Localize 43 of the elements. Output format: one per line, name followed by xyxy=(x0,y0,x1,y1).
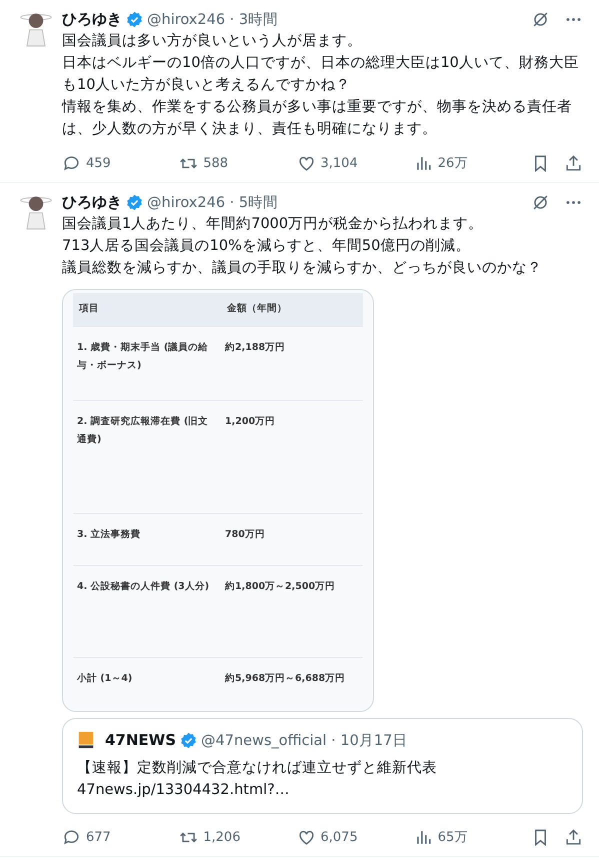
reply-button[interactable]: 459 xyxy=(62,154,180,172)
like-button[interactable]: 6,075 xyxy=(296,828,414,846)
share-icon[interactable] xyxy=(564,828,583,846)
like-button[interactable]: 3,104 xyxy=(296,154,414,172)
tweet-text: 日本はベルギーの10倍の人口ですが、日本の総理大臣は10人いて、財務大臣も10人いた方が良いと考えるんですかね？ xyxy=(62,54,580,95)
tweet-text: 情報を集め、作業をする公務員が多い事は重要ですが、物事を決める責任者は、少人数の方が早く決まり、責任も明確になります。 xyxy=(62,98,573,139)
table-cell-text: 約2,188万円 xyxy=(225,341,286,355)
table-cell-text: 4. 公設秘書の人件費 (3人分) xyxy=(77,580,210,594)
tweet-text: 国会議員は多い方が良いという人が居ます。 xyxy=(62,32,363,51)
table-cell-text: 2. 調査研究広報滞在費 (旧文通費) xyxy=(77,414,210,447)
table-cell-text: 1,200万円 xyxy=(225,415,276,429)
user-name: 47NEWS xyxy=(105,731,176,749)
tweet-text: 国会議員1人あたり、年間約7000万円が税金から払われます。 xyxy=(62,214,484,234)
speech-bubble-icon xyxy=(62,154,81,172)
tweet-text: 議員総数を減らすか、議員の手取りを減らすか、どっちが良いのかな？ xyxy=(62,258,543,278)
slashed-circle-icon[interactable] xyxy=(531,10,550,28)
views-button[interactable]: 26万 xyxy=(414,154,531,172)
table-cell-text: 小計 (1～4) xyxy=(77,672,134,686)
column-header: 金額（年間） xyxy=(227,302,288,316)
handle-time: @47news_official · 10月17日 xyxy=(201,732,408,750)
quoted-post[interactable]: 47NEWS @47news_official · 10月17日 【速報】定数削減で合意なければ連立せずと維新代表 47news.jp/13304432.html?… xyxy=(62,718,583,814)
user-name[interactable]: ひろゆき xyxy=(62,10,122,28)
views-button[interactable]: 65万 xyxy=(414,828,531,846)
speech-bubble-icon xyxy=(62,828,81,846)
handle-time: @hirox246 · 3時間 xyxy=(147,10,278,28)
column-header: 項目 xyxy=(79,302,100,316)
table-card[interactable]: 項目 金額（年間） 1. 歳費・期末手当 (議員の給与・ボーナス) 約2,188万円 2. 調査研究広報滞在費 (旧文通費) 1,200万円 3. 立法事務費 780万円 4. 公設秘書の人件費 (3人分) 約1,800万～2,500万円 小計 (1～4) 約5,968万円～6,688万円 xyxy=(62,289,374,712)
table-cell-text: 約5,968万円～6,688万円 xyxy=(225,672,346,686)
handle-time: @hirox246 · 5時間 xyxy=(147,194,278,212)
share-icon[interactable] xyxy=(564,154,583,172)
table-cell-text: 3. 立法事務費 xyxy=(77,528,142,542)
repost-button[interactable]: 588 xyxy=(179,154,296,172)
logo-icon xyxy=(77,731,95,749)
table-cell-text: 約1,800万～2,500万円 xyxy=(225,580,336,594)
repost-button[interactable]: 1,206 xyxy=(179,828,296,846)
table-cell-text: 1. 歳費・期末手当 (議員の給与・ボーナス) xyxy=(77,340,210,373)
link-text[interactable]: 47news.jp/13304432.html?… xyxy=(77,779,568,801)
table-cell-text: 780万円 xyxy=(225,528,266,542)
tweet-text: 713人居る国会議員の10%を減らすと、年間50億円の削減。 xyxy=(62,236,472,256)
slashed-circle-icon[interactable] xyxy=(531,192,550,212)
quote-text: 【速報】定数削減で合意なければ連立せずと維新代表 xyxy=(77,758,438,778)
reply-button[interactable]: 677 xyxy=(62,828,180,846)
user-name[interactable]: ひろゆき xyxy=(62,192,122,212)
